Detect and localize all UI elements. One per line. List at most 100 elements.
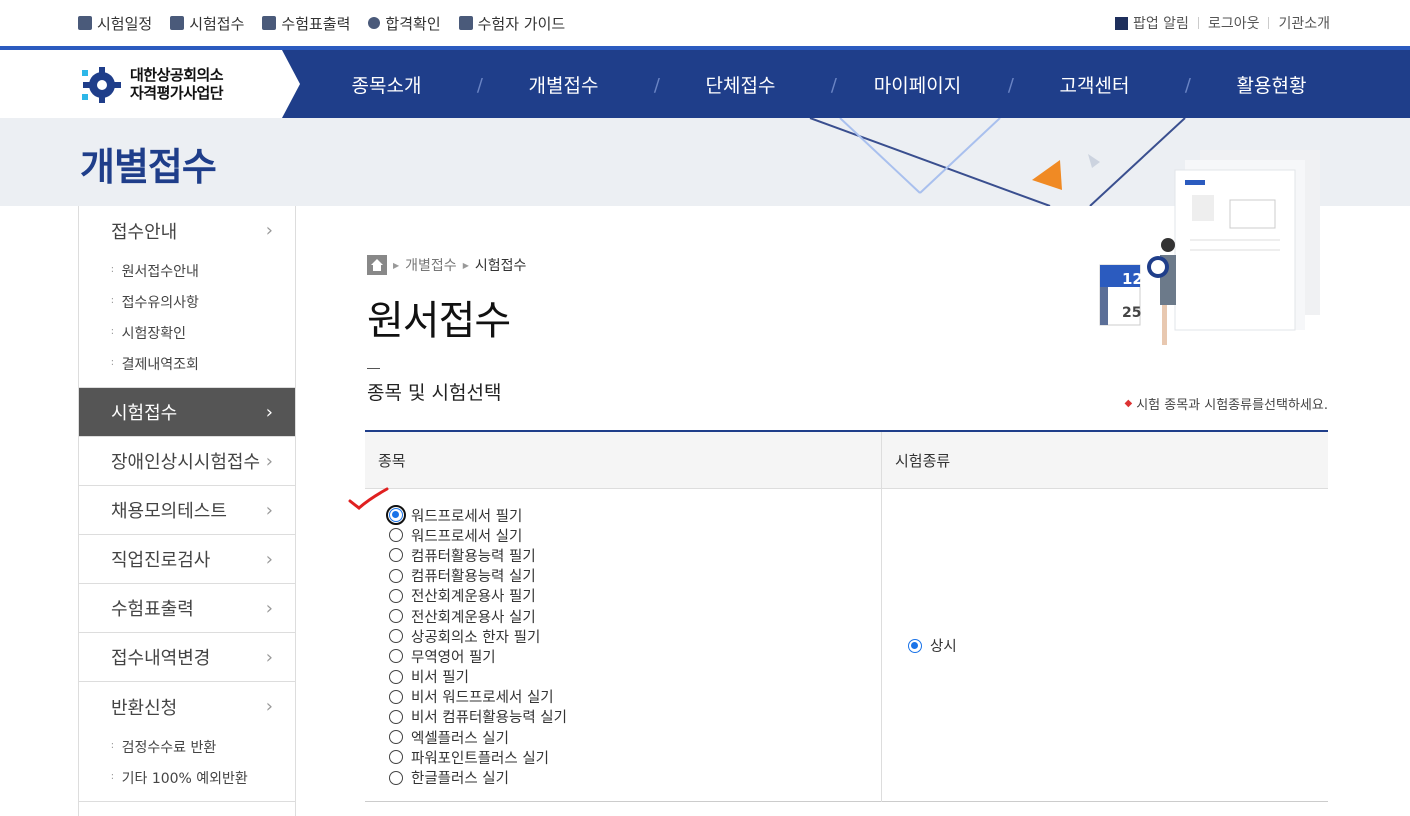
- subject-label: 파워포인트플러스 실기: [411, 750, 550, 767]
- sidebar-item-ticket-print[interactable]: 수험표출력 ›: [79, 584, 295, 633]
- sidebar-item-refund[interactable]: 반환신청 ›: [79, 682, 295, 731]
- subject-label: 전산회계운용사 필기: [411, 589, 536, 606]
- subject-radio-item[interactable]: 비서 컴퓨터활용능력 실기: [389, 707, 881, 727]
- breadcrumb: ▶ 개별접수 ▶ 시험접수: [367, 255, 526, 275]
- radio-unselected[interactable]: [389, 669, 403, 684]
- radio-unselected[interactable]: [389, 588, 403, 603]
- subject-radio-item[interactable]: 워드프로세서 필기: [386, 505, 881, 526]
- section-divider: [367, 368, 380, 369]
- radio-unselected[interactable]: [389, 730, 403, 745]
- logout-link[interactable]: 로그아웃: [1208, 13, 1260, 33]
- subject-label: 워드프로세서 실기: [411, 528, 523, 545]
- subject-radio-item[interactable]: 비서 필기: [389, 667, 881, 687]
- gear-logo-icon: [82, 67, 121, 103]
- subject-radio-item[interactable]: 워드프로세서 실기: [389, 525, 881, 545]
- chevron-right-icon: ›: [265, 499, 273, 521]
- menu-item-subjects[interactable]: 종목소개 /: [298, 71, 483, 98]
- radio-unselected[interactable]: [389, 609, 403, 624]
- table-header: 종목 시험종류: [365, 432, 1328, 489]
- util-link-ticket[interactable]: 수험표출력: [262, 13, 350, 34]
- popup-link[interactable]: 팝업 알림: [1133, 13, 1189, 33]
- subject-radio-item[interactable]: 상공회의소 한자 필기: [389, 626, 881, 646]
- pen-icon: [170, 16, 185, 30]
- radio-unselected[interactable]: [389, 629, 403, 644]
- subject-label: 전산회계운용사 실기: [411, 609, 536, 626]
- util-link-result[interactable]: 합격확인: [368, 13, 441, 34]
- chevron-right-icon: ›: [265, 401, 273, 423]
- chevron-right-icon: ›: [265, 696, 273, 717]
- menu-item-mypage[interactable]: 마이페이지 /: [829, 71, 1014, 98]
- radio-selected[interactable]: [386, 505, 406, 526]
- radio-unselected[interactable]: [389, 750, 403, 765]
- subject-radio-item[interactable]: 컴퓨터활용능력 필기: [389, 545, 881, 565]
- popup-icon: [1114, 16, 1128, 30]
- about-link[interactable]: 기관소개: [1278, 13, 1330, 33]
- menu-item-usage[interactable]: 활용현황: [1183, 71, 1360, 98]
- subject-radio-list: 워드프로세서 필기워드프로세서 실기 컴퓨터활용능력 필기컴퓨터활용능력 실기전산…: [365, 489, 882, 802]
- sidebar-sub-item[interactable]: ∶ 기타 100% 예외반환: [111, 762, 295, 793]
- subject-radio-item[interactable]: 비서 워드프로세서 실기: [389, 687, 881, 707]
- print-icon: [262, 16, 277, 30]
- ribbon-icon: [368, 17, 381, 29]
- subject-radio-item[interactable]: 한글플러스 실기: [389, 767, 881, 787]
- radio-selected[interactable]: [908, 638, 922, 653]
- calendar-number-12: 12: [1122, 270, 1143, 288]
- subject-radio-item[interactable]: 컴퓨터활용능력 실기: [389, 566, 881, 586]
- menu-item-support[interactable]: 고객센터 /: [1006, 71, 1191, 98]
- sidebar-sub-item[interactable]: ∶ 검정수수료 반환: [111, 731, 295, 762]
- subject-label: 컴퓨터활용능력 실기: [411, 569, 536, 586]
- breadcrumb-parent[interactable]: 개별접수: [405, 255, 457, 275]
- divider: [1268, 17, 1270, 29]
- subject-label: 한글플러스 실기: [411, 771, 509, 788]
- diamond-icon: ◆: [1124, 398, 1133, 409]
- util-link-guide[interactable]: 수험자 가이드: [458, 13, 565, 34]
- subject-label: 엑셀플러스 실기: [411, 730, 509, 747]
- subject-label: 비서 필기: [411, 670, 469, 687]
- radio-unselected[interactable]: [389, 649, 403, 664]
- subject-radio-item[interactable]: 무역영어 필기: [389, 646, 881, 666]
- utility-links: 시험일정 시험접수 수험표출력 합격확인 수험자 가이드: [78, 0, 565, 46]
- subject-radio-item[interactable]: 엑셀플러스 실기: [389, 727, 881, 747]
- subject-label: 비서 워드프로세서 실기: [411, 690, 554, 707]
- exam-type-cell: 상시: [882, 489, 1328, 802]
- page-title: 원서접수: [367, 298, 511, 344]
- home-icon[interactable]: [367, 255, 387, 275]
- sidebar-sub-item[interactable]: ∶ 결제내역조회: [111, 348, 295, 379]
- exam-type-radio[interactable]: 상시: [908, 635, 957, 655]
- chevron-right-icon: ›: [265, 220, 273, 241]
- sidebar-sub-item[interactable]: ∶ 시험장확인: [111, 317, 295, 348]
- subject-radio-item[interactable]: 전산회계운용사 필기: [389, 586, 881, 606]
- menu-item-individual[interactable]: 개별접수 /: [475, 71, 660, 98]
- util-link-apply[interactable]: 시험접수: [170, 13, 244, 34]
- radio-unselected[interactable]: [389, 689, 403, 704]
- radio-unselected[interactable]: [389, 528, 403, 543]
- logo[interactable]: 대한상공회의소 자격평가사업단: [0, 50, 300, 118]
- menu-item-group[interactable]: 단체접수 /: [652, 71, 837, 98]
- sidebar-item-change[interactable]: 접수내역변경 ›: [79, 633, 295, 682]
- chevron-right-icon: ›: [265, 548, 273, 570]
- divider: [1197, 17, 1199, 29]
- sidebar-item-exam-apply[interactable]: 시험접수 ›: [79, 388, 295, 437]
- radio-unselected[interactable]: [389, 548, 403, 563]
- sidebar-item-disabled-apply[interactable]: 장애인상시시험접수 ›: [79, 437, 295, 486]
- radio-unselected[interactable]: [389, 568, 403, 583]
- sidebar-item-guide[interactable]: 접수안내 ›: [79, 206, 295, 255]
- subject-radio-item[interactable]: 파워포인트플러스 실기: [389, 747, 881, 767]
- sidebar-item-mock-test[interactable]: 채용모의테스트 ›: [79, 486, 295, 535]
- radio-unselected[interactable]: [389, 709, 403, 724]
- chevron-right-icon: ›: [265, 450, 273, 472]
- sidebar-sub-item[interactable]: ∶ 원서접수안내: [111, 255, 295, 286]
- calendar-icon: [78, 16, 92, 30]
- radio-unselected[interactable]: [389, 770, 403, 785]
- utility-bar: 시험일정 시험접수 수험표출력 합격확인 수험자 가이드 팝업 알림 로그아웃 …: [0, 0, 1410, 46]
- header-exam-type: 시험종류: [895, 451, 951, 470]
- sidebar-item-career-test[interactable]: 직업진로검사 ›: [79, 535, 295, 584]
- breadcrumb-arrow-icon: ▶: [393, 260, 400, 270]
- subject-table: 종목 시험종류 워드프로세서 필기워드프로세서 실기 컴퓨터활용능력 필기컴퓨터활…: [365, 430, 1328, 802]
- breadcrumb-current: 시험접수: [474, 258, 527, 274]
- util-link-schedule[interactable]: 시험일정: [78, 13, 152, 34]
- subject-radio-item[interactable]: 전산회계운용사 실기: [389, 606, 881, 626]
- subject-label: 비서 컴퓨터활용능력 실기: [411, 710, 567, 727]
- sidebar-sub-item[interactable]: ∶ 접수유의사항: [111, 286, 295, 317]
- book-icon: [458, 16, 473, 30]
